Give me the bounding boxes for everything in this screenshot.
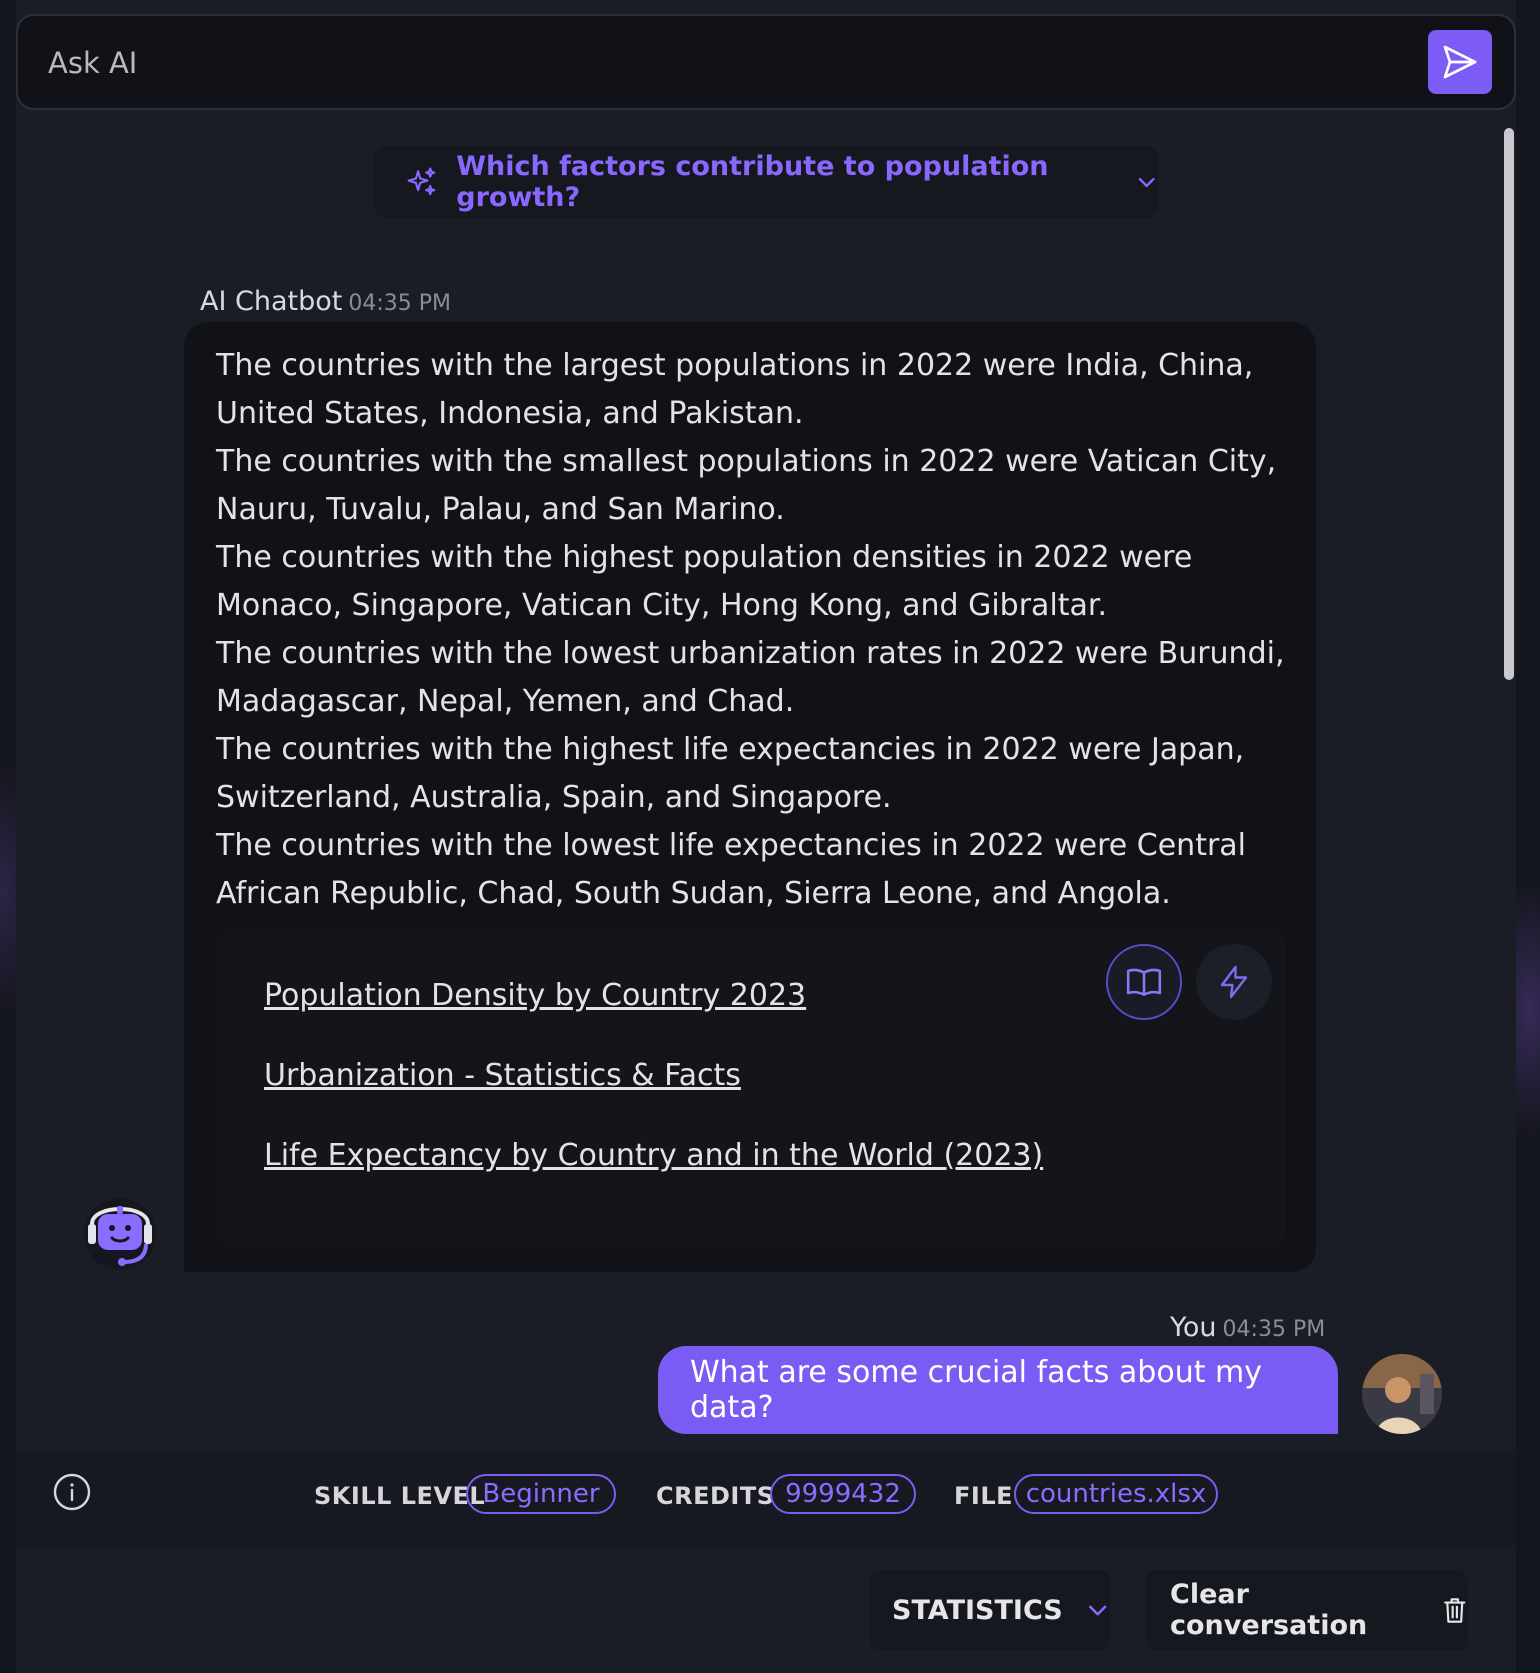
clear-conversation-label: Clear conversation [1170, 1579, 1368, 1641]
reference-link[interactable]: Life Expectancy by Country and in the Wo… [264, 1138, 1043, 1173]
suggestion-dropdown[interactable]: Which factors contribute to population g… [374, 146, 1158, 218]
statistics-label: STATISTICS [892, 1594, 1063, 1626]
quick-action-button[interactable] [1196, 944, 1272, 1020]
file-badge: countries.xlsx [1014, 1474, 1218, 1514]
book-icon [1126, 968, 1162, 996]
chevron-down-icon [1138, 177, 1155, 188]
bot-paragraph: The countries with the smallest populati… [216, 444, 1277, 527]
chevron-down-icon [1088, 1605, 1106, 1616]
reference-link[interactable]: Population Density by Country 2023 [264, 978, 806, 1013]
skill-level-label: SKILL LEVEL [314, 1482, 486, 1510]
user-name: You [1170, 1312, 1217, 1343]
bolt-icon [1220, 965, 1248, 999]
bot-paragraph: The countries with the lowest urbanizati… [216, 636, 1285, 719]
scrollbar[interactable] [1504, 128, 1514, 680]
info-icon[interactable] [52, 1472, 92, 1512]
user-timestamp: 04:35 PM [1222, 1317, 1326, 1342]
user-message-bubble: What are some crucial facts about my dat… [658, 1346, 1338, 1434]
bot-name: AI Chatbot [200, 286, 343, 317]
bot-message-bubble: The countries with the largest populatio… [184, 322, 1316, 1272]
bot-paragraph: The countries with the highest life expe… [216, 732, 1245, 815]
skill-level-badge: Beginner [466, 1474, 616, 1514]
send-button[interactable] [1428, 30, 1492, 94]
sources-button[interactable] [1106, 944, 1182, 1020]
suggestion-text: Which factors contribute to population g… [456, 151, 1049, 213]
trash-icon [1444, 1598, 1466, 1623]
bot-avatar-icon [82, 1194, 158, 1274]
sparkle-icon [407, 167, 436, 196]
send-icon [1443, 45, 1477, 79]
file-label: FILE [954, 1482, 1014, 1510]
bot-paragraph: The countries with the lowest life expec… [216, 828, 1247, 911]
credits-badge: 9999432 [770, 1474, 916, 1514]
credits-label: CREDITS [656, 1482, 775, 1510]
ask-bar [16, 14, 1516, 110]
reference-link[interactable]: Urbanization - Statistics & Facts [264, 1058, 741, 1093]
bot-message-text: The countries with the largest populatio… [216, 342, 1296, 918]
user-avatar [1362, 1354, 1442, 1434]
clear-conversation-button[interactable]: Clear conversation [1146, 1570, 1468, 1650]
bot-timestamp: 04:35 PM [348, 291, 452, 316]
bot-message-meta: AI Chatbot 04:35 PM [200, 286, 451, 317]
statistics-dropdown[interactable]: STATISTICS [870, 1570, 1110, 1650]
ask-input[interactable] [48, 36, 1348, 90]
bot-paragraph: The countries with the highest populatio… [216, 540, 1193, 623]
bot-paragraph: The countries with the largest populatio… [216, 348, 1254, 431]
user-message-meta: You 04:35 PM [1170, 1312, 1325, 1343]
